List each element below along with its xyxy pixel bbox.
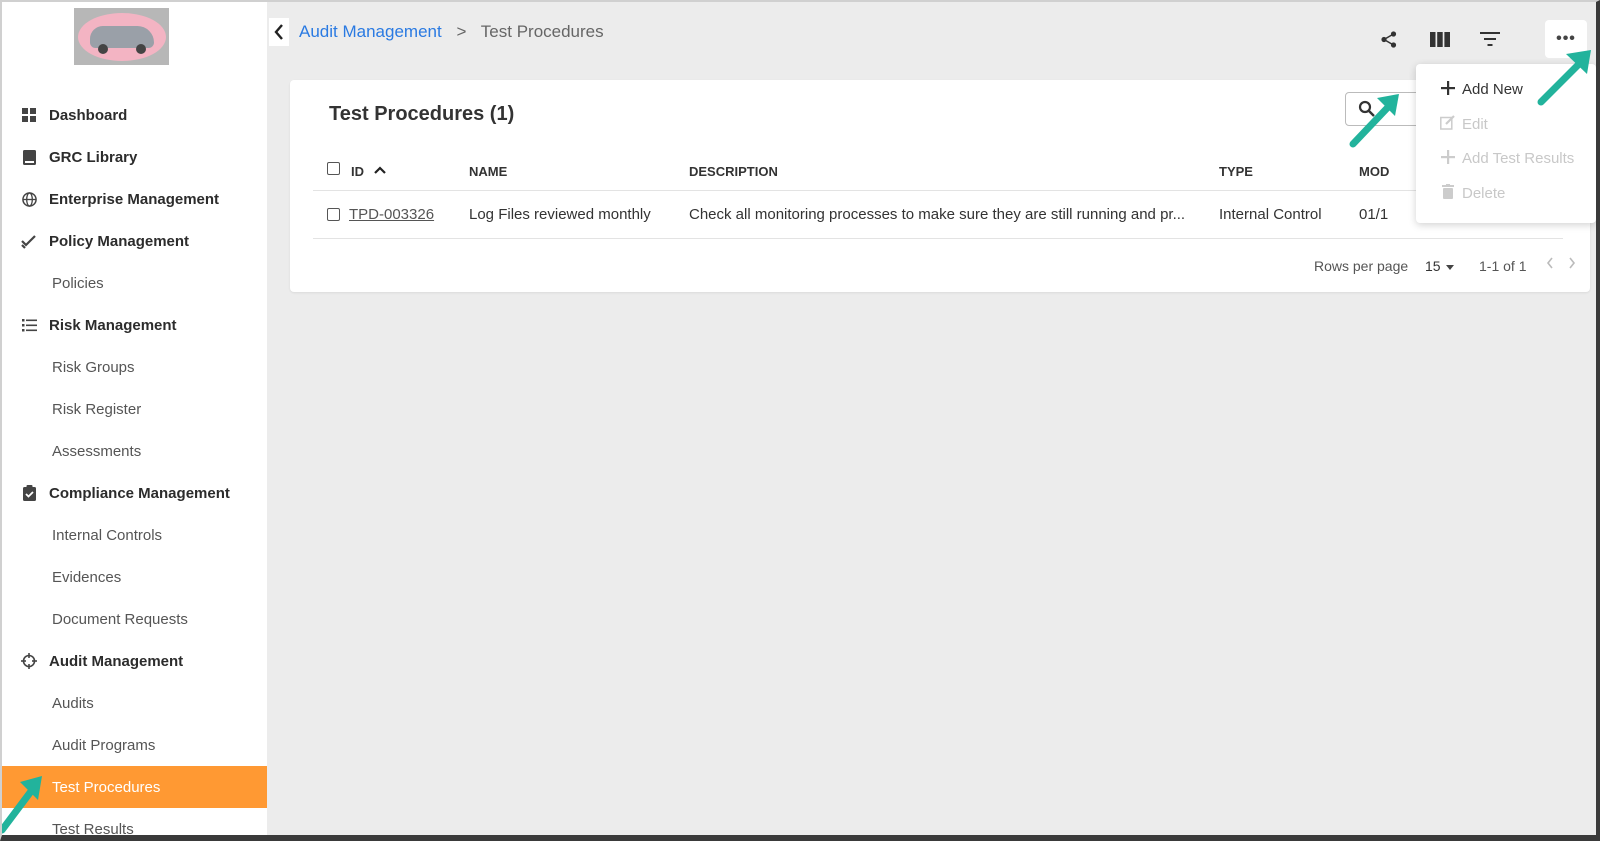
breadcrumb-separator: > (456, 22, 467, 41)
chevron-left-icon (1546, 257, 1553, 269)
filter-icon (1480, 32, 1500, 46)
sidebar-item-audits[interactable]: Audits (0, 682, 267, 724)
plus-icon (1440, 79, 1456, 100)
menu-item-edit[interactable]: Edit (1440, 107, 1488, 141)
sidebar-item-risk-register[interactable]: Risk Register (0, 388, 267, 430)
sidebar-item-label: Evidences (52, 568, 122, 586)
sidebar-item-label: Policy Management (49, 232, 190, 250)
breadcrumb: Audit Management > Test Procedures (299, 22, 604, 42)
next-page-button[interactable] (1568, 256, 1576, 272)
share-icon (1381, 30, 1397, 48)
sidebar-item-enterprise-management[interactable]: Enterprise Management (0, 178, 267, 220)
breadcrumb-current: Test Procedures (480, 22, 604, 41)
sidebar-item-internal-controls[interactable]: Internal Controls (0, 514, 267, 556)
columns-button[interactable] (1423, 22, 1457, 56)
table-row[interactable]: TPD-003326 Log Files reviewed monthly Ch… (313, 191, 1563, 239)
row-checkbox[interactable] (327, 208, 340, 225)
rows-per-page-select[interactable]: 15 (1425, 258, 1455, 274)
sidebar: Dashboard GRC Library Enterprise Managem… (0, 0, 267, 841)
sidebar-item-label: Audit Management (49, 652, 184, 670)
dashboard-icon (20, 106, 38, 124)
chevron-left-icon (274, 24, 283, 40)
sidebar-item-assessments[interactable]: Assessments (0, 430, 267, 472)
list-icon (20, 316, 38, 334)
back-button[interactable] (269, 18, 289, 46)
clipboard-check-icon (20, 484, 38, 502)
sidebar-item-label: Internal Controls (52, 526, 163, 544)
top-bar: Audit Management > Test Procedures ••• (267, 0, 1600, 70)
double-check-icon (20, 232, 38, 250)
sidebar-item-risk-management[interactable]: Risk Management (0, 304, 267, 346)
column-header-modified[interactable]: MOD (1359, 164, 1389, 179)
procedure-id-link[interactable]: TPD-003326 (349, 206, 434, 223)
crosshair-icon (20, 652, 38, 670)
book-icon (20, 148, 38, 166)
column-header-id[interactable]: ID (351, 164, 364, 179)
procedure-name: Log Files reviewed monthly (469, 206, 651, 223)
sidebar-item-label: Compliance Management (49, 484, 230, 502)
page-title: Test Procedures (1) (329, 103, 515, 125)
menu-item-delete[interactable]: Delete (1440, 176, 1505, 210)
sidebar-item-label: Risk Register (52, 400, 142, 418)
previous-page-button[interactable] (1546, 256, 1554, 272)
menu-item-add-test-results[interactable]: Add Test Results (1440, 141, 1574, 175)
sidebar-nav: Dashboard GRC Library Enterprise Managem… (0, 94, 267, 841)
sidebar-item-label: Policies (52, 274, 104, 292)
logo-car-image (77, 12, 166, 61)
annotation-arrow-search (1349, 94, 1399, 148)
sidebar-item-label: Risk Groups (52, 358, 135, 376)
trash-icon (1440, 183, 1456, 204)
sidebar-item-label: Risk Management (49, 316, 177, 334)
column-header-type[interactable]: TYPE (1219, 164, 1253, 179)
company-logo[interactable] (74, 8, 169, 65)
column-header-description[interactable]: DESCRIPTION (689, 164, 778, 179)
sidebar-item-label: Document Requests (52, 610, 188, 628)
sidebar-item-label: Audits (52, 694, 94, 712)
table-header: ID NAME DESCRIPTION TYPE MOD (313, 153, 1563, 191)
procedure-description: Check all monitoring processes to make s… (689, 206, 1186, 223)
globe-icon (20, 190, 38, 208)
sidebar-item-evidences[interactable]: Evidences (0, 556, 267, 598)
column-header-name[interactable]: NAME (469, 164, 507, 179)
sidebar-item-document-requests[interactable]: Document Requests (0, 598, 267, 640)
chevron-right-icon (1569, 257, 1576, 269)
sidebar-item-policy-management[interactable]: Policy Management (0, 220, 267, 262)
sidebar-item-label: Test Results (52, 820, 134, 838)
procedure-modified: 01/1 (1359, 206, 1389, 223)
menu-item-label: Delete (1462, 184, 1506, 202)
procedure-type: Internal Control (1219, 206, 1322, 223)
breadcrumb-link-audit-management[interactable]: Audit Management (299, 22, 442, 41)
sidebar-item-risk-groups[interactable]: Risk Groups (0, 346, 267, 388)
sort-ascending-icon[interactable] (374, 161, 386, 177)
sidebar-item-label: Dashboard (49, 106, 128, 124)
edit-icon (1440, 114, 1456, 135)
caret-down-icon (1446, 264, 1455, 270)
annotation-arrow-test-procedures (0, 776, 42, 834)
sidebar-item-policies[interactable]: Policies (0, 262, 267, 304)
sidebar-item-label: Assessments (52, 442, 142, 460)
share-button[interactable] (1372, 22, 1406, 56)
menu-item-label: Add Test Results (1462, 149, 1575, 167)
car-graphic (89, 25, 154, 54)
menu-item-label: Edit (1462, 115, 1488, 133)
sidebar-item-audit-programs[interactable]: Audit Programs (0, 724, 267, 766)
annotation-arrow-more-options (1537, 50, 1591, 106)
plus-icon (1440, 148, 1456, 169)
sidebar-item-label: GRC Library (49, 148, 138, 166)
sidebar-item-dashboard[interactable]: Dashboard (0, 94, 267, 136)
sidebar-item-label: Test Procedures (52, 778, 161, 796)
pagination-range: 1-1 of 1 (1479, 258, 1527, 274)
sidebar-item-label: Audit Programs (52, 736, 156, 754)
sidebar-item-label: Enterprise Management (49, 190, 220, 208)
menu-item-label: Add New (1462, 80, 1523, 98)
columns-icon (1430, 31, 1450, 47)
sidebar-item-audit-management[interactable]: Audit Management (0, 640, 267, 682)
sidebar-item-compliance-management[interactable]: Compliance Management (0, 472, 267, 514)
sidebar-item-grc-library[interactable]: GRC Library (0, 136, 267, 178)
rows-per-page-label: Rows per page (1314, 258, 1409, 274)
select-all-checkbox[interactable] (327, 162, 340, 178)
filter-button[interactable] (1473, 22, 1507, 56)
menu-item-add-new[interactable]: Add New (1440, 72, 1523, 106)
